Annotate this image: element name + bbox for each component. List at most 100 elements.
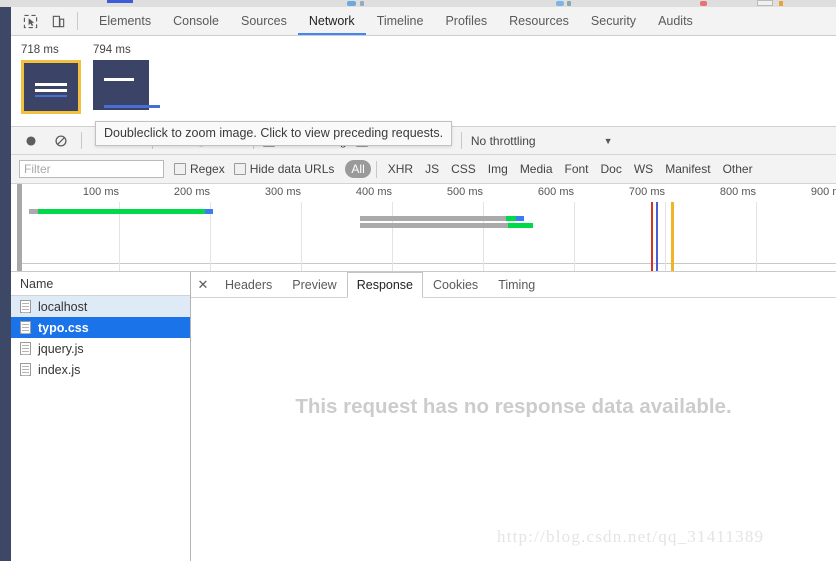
tab-sources[interactable]: Sources	[230, 7, 298, 35]
filmstrip-frame[interactable]: 794 ms	[93, 44, 160, 110]
request-name: index.js	[38, 362, 81, 377]
ruler-tick: 400 ms	[355, 186, 392, 198]
tab-security[interactable]: Security	[580, 7, 647, 35]
filmstrip-frame[interactable]: 718 ms	[21, 44, 81, 114]
filter-input[interactable]	[19, 160, 164, 178]
detail-tab-headers[interactable]: Headers	[215, 272, 282, 297]
toolbar-divider	[460, 132, 462, 149]
ruler-tick: 800 ms	[719, 186, 756, 198]
request-name: jquery.js	[38, 341, 84, 356]
close-icon[interactable]: ✕	[191, 272, 215, 297]
throttling-value: No throttling	[470, 133, 536, 148]
detail-tab-timing[interactable]: Timing	[488, 272, 545, 297]
browser-chrome-artifact	[360, 1, 364, 6]
filter-type-font[interactable]: Font	[559, 160, 595, 178]
inspect-element-icon[interactable]	[17, 9, 43, 33]
request-row-typo-css[interactable]: typo.css	[11, 317, 190, 338]
devtools-window: Elements Console Sources Network Timelin…	[11, 7, 836, 561]
detail-tab-cookies[interactable]: Cookies	[423, 272, 488, 297]
panel-tab-strip: Elements Console Sources Network Timelin…	[88, 7, 704, 35]
overview-request-bar	[11, 223, 836, 228]
tab-elements[interactable]: Elements	[88, 7, 162, 35]
toolbar-divider	[81, 132, 82, 149]
load-event-marker	[656, 202, 658, 271]
empty-response-message: This request has no response data availa…	[295, 394, 732, 418]
network-overview[interactable]: 100 ms 200 ms 300 ms 400 ms 500 ms 600 m…	[11, 184, 836, 272]
filter-type-other[interactable]: Other	[717, 160, 759, 178]
browser-chrome-artifact	[556, 1, 564, 6]
filmstrip-frame-thumbnail[interactable]	[21, 60, 81, 114]
browser-chrome-artifact	[700, 1, 707, 6]
document-icon	[20, 321, 31, 334]
filter-type-xhr[interactable]: XHR	[382, 160, 419, 178]
request-row-index-js[interactable]: index.js	[11, 359, 190, 380]
tab-console[interactable]: Console	[162, 7, 230, 35]
overview-request-bar	[11, 209, 836, 214]
toolbar-divider	[77, 12, 78, 30]
detail-tab-response[interactable]: Response	[346, 272, 424, 298]
request-row-jquery-js[interactable]: jquery.js	[11, 338, 190, 359]
browser-chrome-sliver	[0, 0, 836, 7]
regex-label: Regex	[190, 162, 225, 176]
browser-chrome-artifact	[567, 1, 571, 6]
tab-resources[interactable]: Resources	[498, 7, 580, 35]
frame-marker	[671, 202, 674, 271]
document-icon	[20, 342, 31, 355]
ruler-tick: 300 ms	[264, 186, 301, 198]
record-icon[interactable]	[19, 129, 43, 153]
filter-type-manifest[interactable]: Manifest	[659, 160, 716, 178]
devtools-tabbar: Elements Console Sources Network Timelin…	[11, 7, 836, 36]
request-detail-panel: ✕ Headers Preview Response Cookies Timin…	[191, 272, 836, 561]
filmstrip: 718 ms 794 ms Doubleclick to zoom image.…	[11, 36, 836, 146]
tab-network[interactable]: Network	[298, 7, 366, 35]
filmstrip-tooltip: Doubleclick to zoom image. Click to view…	[95, 121, 453, 146]
ruler-tick: 100 ms	[82, 186, 119, 198]
regex-checkbox[interactable]: Regex	[174, 162, 225, 176]
toolbar-divider	[375, 160, 377, 178]
filmstrip-frame-thumbnail[interactable]	[93, 60, 160, 110]
filmstrip-frame-time: 718 ms	[21, 44, 59, 56]
checkbox-box[interactable]	[174, 163, 186, 175]
filter-type-all[interactable]: All	[345, 160, 371, 178]
chevron-down-icon[interactable]: ▼	[604, 136, 613, 146]
filter-bar: Regex Hide data URLs All XHR JS CSS Img …	[11, 155, 836, 184]
document-icon	[20, 300, 31, 313]
device-toolbar-icon[interactable]	[45, 9, 71, 33]
filter-type-img[interactable]: Img	[482, 160, 514, 178]
detail-tab-preview[interactable]: Preview	[282, 272, 346, 297]
filter-type-css[interactable]: CSS	[445, 160, 482, 178]
document-icon	[20, 363, 31, 376]
browser-chrome-artifact	[779, 1, 783, 6]
column-header-name: Name	[20, 276, 54, 291]
ruler-tick: 500 ms	[446, 186, 483, 198]
clear-icon[interactable]	[49, 129, 73, 153]
hide-data-urls-checkbox[interactable]: Hide data URLs	[233, 162, 335, 176]
tab-profiles[interactable]: Profiles	[434, 7, 498, 35]
browser-chrome-artifact	[757, 0, 773, 6]
overview-request-bar	[11, 216, 836, 221]
filter-type-media[interactable]: Media	[514, 160, 559, 178]
filmstrip-frame-time: 794 ms	[93, 44, 131, 56]
ruler-tick: 900 ms	[810, 186, 836, 198]
dom-content-loaded-marker	[651, 202, 653, 271]
request-name: typo.css	[38, 320, 89, 335]
network-lower-pane: Name localhost typo.css jquery.js index.…	[11, 272, 836, 561]
ruler-tick: 200 ms	[173, 186, 210, 198]
tab-audits[interactable]: Audits	[647, 7, 704, 35]
filter-type-doc[interactable]: Doc	[595, 160, 628, 178]
hide-data-urls-label: Hide data URLs	[249, 162, 335, 176]
checkbox-box[interactable]	[233, 163, 246, 175]
browser-tab-indicator	[107, 0, 133, 3]
request-row-localhost[interactable]: localhost	[11, 296, 190, 317]
request-list-header[interactable]: Name	[11, 272, 190, 296]
tab-timeline[interactable]: Timeline	[366, 7, 435, 35]
resource-type-filters: All XHR JS CSS Img Media Font Doc WS Man…	[345, 160, 758, 178]
throttling-dropdown[interactable]: No throttling ▼	[471, 134, 613, 148]
request-list: Name localhost typo.css jquery.js index.…	[11, 272, 191, 561]
filter-type-js[interactable]: JS	[419, 160, 445, 178]
page-left-rail	[0, 7, 11, 561]
filter-type-ws[interactable]: WS	[628, 160, 659, 178]
timeline-ruler: 100 ms 200 ms 300 ms 400 ms 500 ms 600 m…	[11, 184, 836, 203]
browser-chrome-artifact	[347, 1, 356, 6]
detail-tab-strip: ✕ Headers Preview Response Cookies Timin…	[191, 272, 836, 298]
